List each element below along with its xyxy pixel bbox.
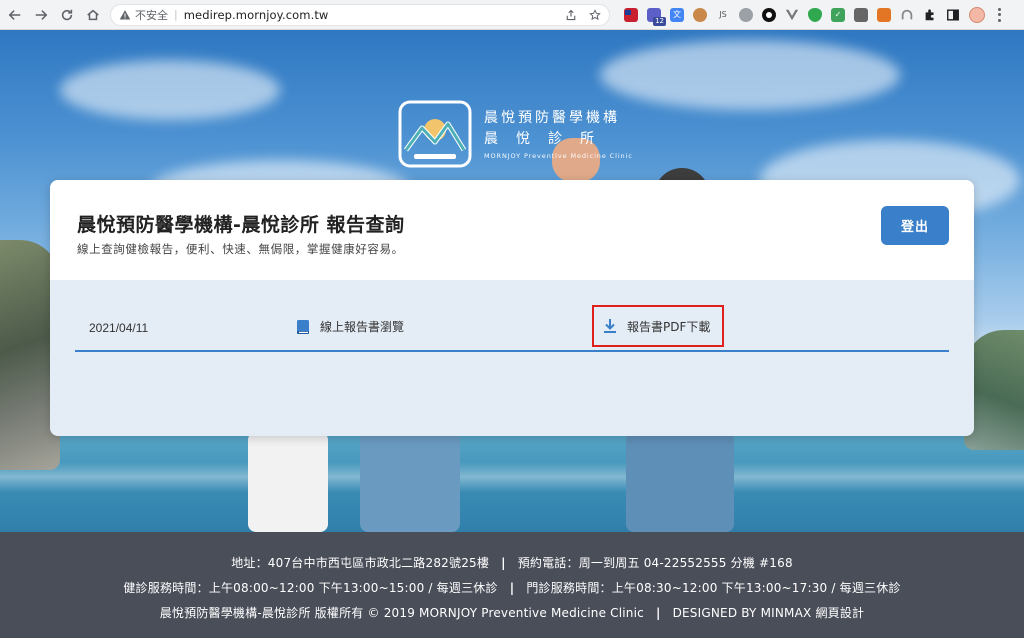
share-icon[interactable] [565, 9, 577, 21]
site-footer: 地址：407台中市西屯區市政北二路282號25樓 | 預約電話：周一到周五 04… [0, 532, 1024, 638]
js-extension-icon[interactable]: JS [716, 8, 730, 22]
footer-contact-line: 地址：407台中市西屯區市政北二路282號25樓 | 預約電話：周一到周五 04… [0, 554, 1024, 571]
reload-icon[interactable] [56, 4, 78, 26]
footer-designer-credit[interactable]: DESIGNED BY MINMAX 網頁設計 [673, 606, 865, 620]
star-icon[interactable] [589, 8, 601, 21]
forward-icon[interactable] [30, 4, 52, 26]
view-report-label: 線上報告書瀏覽 [320, 320, 405, 334]
logo-mark-icon [398, 100, 472, 168]
clinic-logo: 晨悅預防醫學機構 晨悅診所 MORNJOY Preventive Medicin… [398, 100, 633, 168]
footer-hours-line: 健診服務時間：上午08:00~12:00 下午13:00~15:00 / 每週三… [0, 579, 1024, 596]
footer-copyright: 晨悅預防醫學機構-晨悅診所 版權所有 © 2019 MORNJOY Preven… [159, 606, 644, 620]
view-report-link[interactable]: 線上報告書瀏覽 [296, 318, 404, 335]
footer-separator: | [509, 581, 515, 595]
footer-address: 地址：407台中市西屯區市政北二路282號25樓 [231, 556, 490, 570]
adult-figure-right [626, 432, 734, 532]
logo-english-name: MORNJOY Preventive Medicine Clinic [484, 151, 633, 160]
extensions-bar: 12 文 JS ✓ [624, 6, 1012, 26]
footer-copyright-line: 晨悅預防醫學機構-晨悅診所 版權所有 © 2019 MORNJOY Preven… [0, 604, 1024, 621]
kebab-menu-icon[interactable] [994, 7, 1004, 22]
footer-checkup-hours: 健診服務時間：上午08:00~12:00 下午13:00~15:00 / 每週三… [123, 581, 498, 595]
footer-separator: | [655, 606, 661, 620]
child-figure [248, 432, 328, 532]
download-pdf-link[interactable]: 報告書PDF下載 [592, 305, 724, 347]
logout-button[interactable]: 登出 [881, 206, 949, 245]
fox-extension-icon[interactable] [877, 7, 891, 22]
page-subtitle: 線上查詢健檢報告，便利、快速、無侷限，掌握健康好容易。 [77, 242, 404, 256]
download-icon [604, 319, 616, 333]
logo-title-line2: 晨悅診所 [484, 130, 612, 147]
translate-extension-icon[interactable]: 文 [670, 7, 684, 22]
surf [0, 462, 1024, 492]
card-header: 晨悅預防醫學機構-晨悅診所 報告查詢 線上查詢健檢報告，便利、快速、無侷限，掌握… [50, 180, 974, 280]
arc-extension-icon[interactable] [900, 8, 914, 22]
puzzle-extension-icon[interactable] [923, 8, 937, 22]
cloud [600, 40, 900, 110]
download-extension-icon[interactable] [854, 7, 868, 22]
cloud [60, 60, 280, 120]
profile-avatar[interactable] [969, 6, 985, 23]
browser-toolbar: 不安全 | medirep.mornjoy.com.tw 12 文 JS ✓ [0, 0, 1024, 30]
footer-separator: | [501, 556, 506, 570]
page-title: 晨悅預防醫學機構-晨悅診所 報告查詢 [77, 214, 405, 236]
home-icon[interactable] [82, 4, 104, 26]
circle-extension-icon[interactable] [762, 7, 776, 22]
cookie-extension-icon[interactable] [693, 7, 707, 22]
footer-booking-phone: 預約電話：周一到周五 04-22552555 分機 #168 [517, 556, 793, 570]
logo-title-line1: 晨悅預防醫學機構 [484, 109, 620, 126]
report-card: 晨悅預防醫學機構-晨悅診所 報告查詢 線上查詢健檢報告，便利、快速、無侷限，掌握… [50, 180, 974, 436]
back-icon[interactable] [4, 4, 26, 26]
gear-extension-icon[interactable] [739, 7, 753, 22]
check-extension-icon[interactable]: ✓ [831, 7, 845, 22]
insecure-label: 不安全 [135, 8, 168, 22]
omnibox-divider: | [174, 8, 178, 21]
download-pdf-label: 報告書PDF下載 [627, 319, 711, 334]
flag-extension-icon[interactable] [624, 7, 638, 22]
footer-clinic-hours: 門診服務時間：上午08:30~12:00 下午13:00~17:30 / 每週三… [526, 581, 901, 595]
extension-badge: 12 [653, 16, 666, 26]
url-text[interactable]: medirep.mornjoy.com.tw [184, 8, 329, 22]
sidepanel-icon[interactable] [946, 8, 960, 22]
calendar-extension-icon[interactable]: 12 [647, 7, 666, 26]
book-icon [297, 319, 309, 334]
report-date: 2021/04/11 [89, 321, 149, 335]
vue-extension-icon[interactable] [785, 8, 799, 22]
adult-figure-left [360, 432, 460, 532]
shield-extension-icon[interactable] [808, 7, 822, 22]
report-row: 2021/04/11 線上報告書瀏覽 報告書PDF下載 [75, 300, 949, 352]
address-bar[interactable]: 不安全 | medirep.mornjoy.com.tw [110, 3, 610, 26]
warning-icon [119, 9, 131, 19]
